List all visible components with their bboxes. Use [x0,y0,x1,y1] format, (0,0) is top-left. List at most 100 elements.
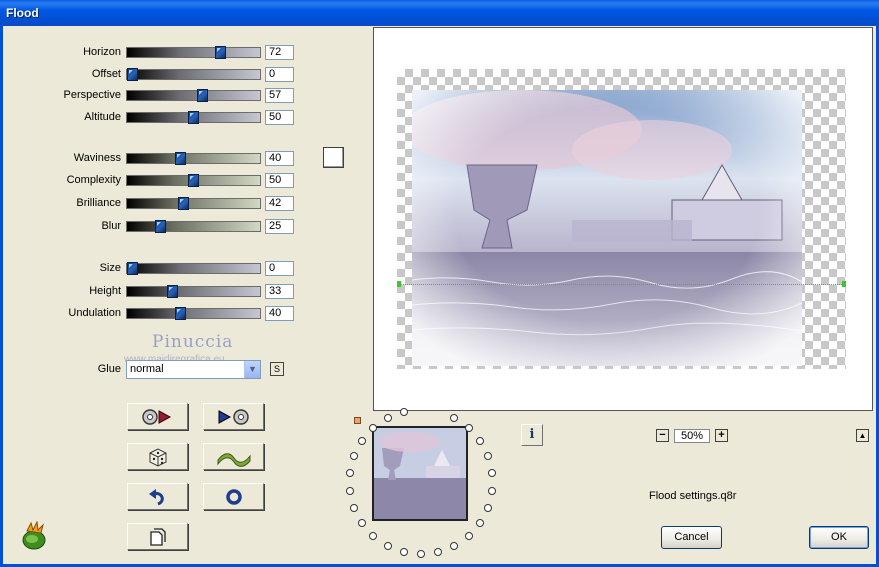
navigator-ring-dot[interactable] [450,414,459,423]
horizon-slider[interactable] [126,46,261,59]
navigator-ring-dot[interactable] [450,541,459,550]
preview-image [412,90,802,366]
blur-label: Blur [101,220,121,232]
complexity-label: Complexity [66,174,121,186]
navigator-ring-dot[interactable] [345,486,354,495]
size-slider[interactable] [126,262,261,275]
navigator-ring-dot[interactable] [417,550,425,558]
brilliance-slider[interactable] [126,197,261,210]
height-value-field[interactable]: 33 [265,284,294,299]
navigator-ring-dot[interactable] [369,531,378,540]
undulation-label: Undulation [68,307,121,319]
settings-file-name: Flood settings.q8r [649,490,737,502]
next-preset-button[interactable] [203,403,264,430]
undulation-slider-thumb[interactable] [175,307,186,320]
brilliance-value-field[interactable]: 42 [265,196,294,211]
navigator-ring-dot[interactable] [349,503,358,512]
navigator-ring-dot[interactable] [383,414,392,423]
chevron-down-icon[interactable]: ▼ [244,361,260,378]
navigator-ring-dot[interactable] [476,437,485,446]
ok-button[interactable]: OK [809,526,869,549]
random-button[interactable] [127,443,188,470]
copy-button[interactable] [127,523,188,550]
title-bar: Flood [0,0,879,26]
wave-button[interactable] [203,443,264,470]
height-slider-thumb[interactable] [167,285,178,298]
undulation-value-field[interactable]: 40 [265,306,294,321]
glue-select[interactable]: normal ▼ [126,360,261,379]
wave-icon [217,452,250,467]
navigator-thumbnail[interactable] [372,426,468,521]
reset-button[interactable] [203,483,264,510]
size-value-field[interactable]: 0 [265,261,294,276]
zoom-in-button[interactable]: + [715,429,728,442]
navigator-ring-dot[interactable] [399,547,408,556]
window-title: Flood [6,6,39,20]
blur-slider[interactable] [126,220,261,233]
altitude-value-field[interactable]: 50 [265,110,294,125]
horizon-slider-thumb[interactable] [215,46,226,59]
undo-arrow-icon [148,488,164,505]
horizon-marker-right[interactable] [842,281,846,287]
altitude-slider-thumb[interactable] [188,111,199,124]
ring-icon [225,488,242,505]
controls-panel: Horizon 72 Offset 0 Perspective 57 Altit… [6,26,368,564]
anchor-handle[interactable] [354,417,361,424]
cancel-button[interactable]: Cancel [661,526,722,549]
offset-slider[interactable] [126,68,261,81]
navigator-ring-dot[interactable] [488,469,497,478]
offset-value-field[interactable]: 0 [265,67,294,82]
navigator-ring-dot[interactable] [464,424,473,433]
glue-label: Glue [97,363,121,375]
navigator-ring-dot[interactable] [345,469,354,478]
waviness-slider-thumb[interactable] [175,152,186,165]
size-slider-thumb[interactable] [127,262,138,275]
navigator-ring-dot[interactable] [399,408,408,417]
app-logo-icon [19,520,49,554]
undulation-slider[interactable] [126,307,261,320]
collapse-preview-button[interactable]: ▲ [856,429,869,442]
glue-select-value: normal [130,363,164,375]
zoom-out-button[interactable]: − [656,429,669,442]
brilliance-slider-thumb[interactable] [178,197,189,210]
navigator-ring-dot[interactable] [464,531,473,540]
zoom-level: 50% [674,429,710,443]
info-button[interactable]: i [521,424,543,446]
complexity-slider[interactable] [126,174,261,187]
previous-preset-button[interactable] [127,403,188,430]
waviness-value-field[interactable]: 40 [265,151,294,166]
horizon-line [397,284,846,285]
horizon-value-field[interactable]: 72 [265,45,294,60]
perspective-value-field[interactable]: 57 [265,88,294,103]
altitude-slider[interactable] [126,111,261,124]
arrow-disc-icon [218,408,249,425]
navigator-ring-dot[interactable] [383,541,392,550]
horizon-marker-left[interactable] [397,281,401,287]
waviness-slider[interactable] [126,152,261,165]
complexity-value-field[interactable]: 50 [265,173,294,188]
blur-value-field[interactable]: 25 [265,219,294,234]
offset-slider-thumb[interactable] [127,68,138,81]
dialog-client-area: Horizon 72 Offset 0 Perspective 57 Altit… [0,26,879,567]
preview-canvas[interactable] [373,27,873,411]
height-label: Height [89,285,121,297]
flood-color-swatch[interactable] [323,147,344,168]
navigator-ring-dot[interactable] [357,437,366,446]
navigator-ring-dot[interactable] [357,518,366,527]
offset-label: Offset [91,68,121,80]
navigator-ring-dot[interactable] [434,547,443,556]
complexity-slider-thumb[interactable] [188,174,199,187]
undo-button[interactable] [127,483,188,510]
navigator-ring-dot[interactable] [488,486,497,495]
navigator-ring-dot[interactable] [484,503,493,512]
glue-s-button[interactable]: S [270,362,284,376]
flood-dialog: Flood Horizon 72 Offset 0 Perspective 57… [0,0,879,567]
blur-slider-thumb[interactable] [155,220,166,233]
height-slider[interactable] [126,285,261,298]
navigator-ring-dot[interactable] [484,452,493,461]
navigator-ring-dot[interactable] [476,518,485,527]
perspective-slider-thumb[interactable] [197,89,208,102]
disc-arrow-right-icon [141,408,171,425]
size-label: Size [99,262,121,274]
perspective-slider[interactable] [126,89,261,102]
